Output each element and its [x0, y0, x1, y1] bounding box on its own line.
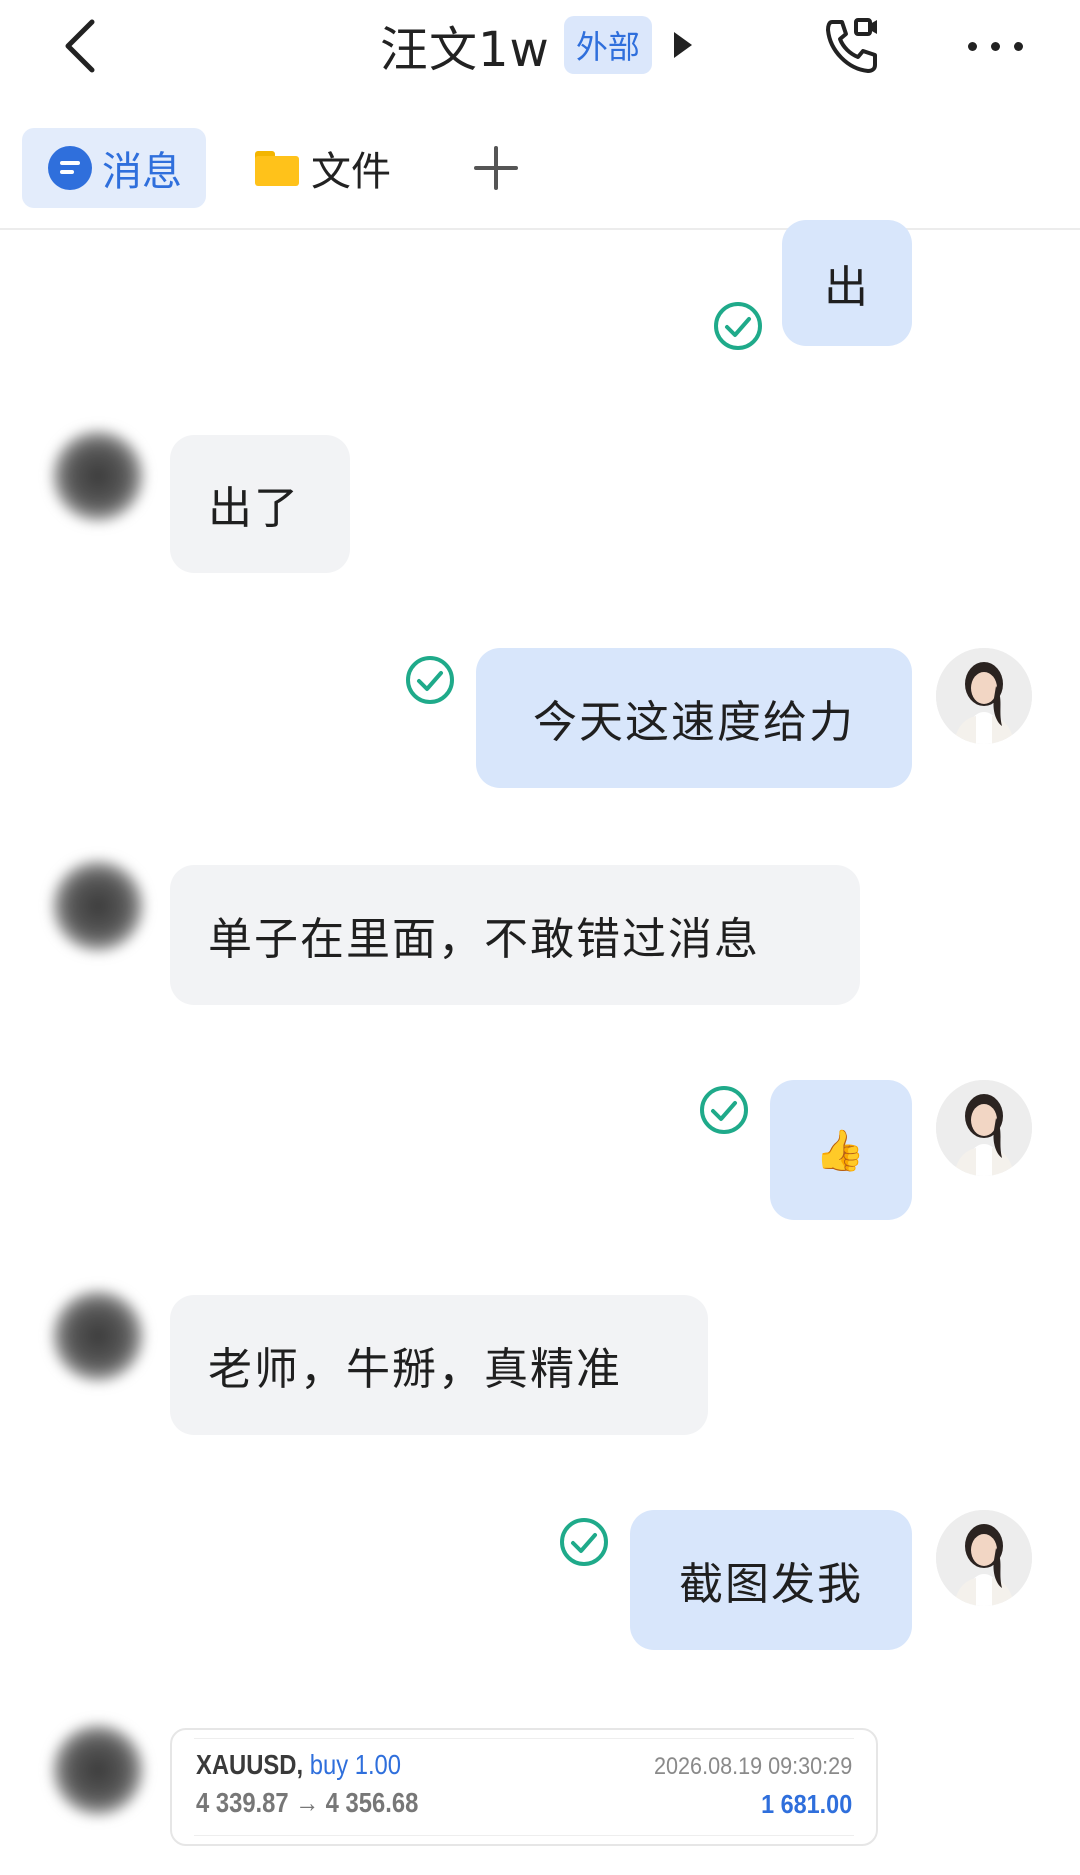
message-bubble[interactable]: 👍 [770, 1080, 912, 1220]
trade-symbol: XAUUSD, buy 1.00 [196, 1749, 401, 1781]
message-bubble[interactable]: 老师，牛掰，真精准 [170, 1295, 708, 1435]
read-check-icon [714, 302, 762, 350]
message-bubble[interactable]: 今天这速度给力 [476, 648, 912, 788]
more-dot-icon [967, 41, 977, 51]
tab-messages-label: 消息 [102, 149, 182, 195]
add-tab-button[interactable] [464, 136, 528, 200]
tab-messages[interactable]: 消息 [22, 128, 206, 208]
chat-tabs: 消息 文件 [0, 120, 1080, 230]
call-button[interactable] [812, 6, 892, 86]
trade-profit: 1 681.00 [760, 1789, 852, 1819]
contact-avatar[interactable] [52, 1724, 144, 1816]
message-bubble[interactable]: 截图发我 [630, 1510, 912, 1650]
more-dot-icon [1013, 41, 1023, 51]
contact-avatar[interactable] [52, 1290, 144, 1382]
read-check-icon [560, 1518, 608, 1566]
user-portrait-icon [936, 1080, 1032, 1176]
message-bubble[interactable]: 出了 [170, 435, 350, 573]
chevron-left-icon [65, 19, 95, 73]
play-icon [673, 32, 692, 58]
message-bubble[interactable]: 出 [782, 220, 912, 346]
message-text: 老师，牛掰，真精准 [208, 1344, 622, 1395]
back-button[interactable] [40, 6, 120, 86]
chat-title-area[interactable]: 汪文1w 外部 [380, 10, 692, 80]
self-avatar[interactable] [936, 1510, 1032, 1606]
trade-screenshot-card[interactable]: XAUUSD, buy 1.00 4 339.87 → 4 356.68 202… [170, 1728, 878, 1846]
read-check-icon [700, 1086, 748, 1134]
contact-avatar[interactable] [52, 860, 144, 952]
read-check-icon [406, 656, 454, 704]
message-text: 截图发我 [679, 1559, 863, 1610]
message-text: 出了 [208, 483, 300, 534]
message-text: 单子在里面，不敢错过消息 [208, 914, 760, 965]
trade-symbol-text: XAUUSD, [196, 1749, 304, 1780]
tab-files-label: 文件 [311, 149, 391, 195]
user-portrait-icon [936, 648, 1032, 744]
contact-avatar[interactable] [52, 430, 144, 522]
more-dot-icon [990, 41, 1000, 51]
chat-title: 汪文1w [380, 22, 550, 78]
message-bubble[interactable]: 单子在里面，不敢错过消息 [170, 865, 860, 1005]
phone-video-icon [826, 18, 877, 73]
user-portrait-icon [936, 1510, 1032, 1606]
folder-icon [255, 151, 299, 186]
message-text: 今天这速度给力 [533, 697, 855, 748]
self-avatar[interactable] [936, 1080, 1032, 1176]
message-icon [48, 146, 92, 190]
chat-header: 汪文1w 外部 [0, 0, 1080, 100]
more-options-button[interactable] [955, 6, 1035, 86]
self-avatar[interactable] [936, 648, 1032, 744]
message-text: 出 [824, 262, 870, 313]
tab-files[interactable]: 文件 [255, 128, 391, 208]
message-list[interactable]: 出 出了 今天这速度给力 单子在里面，不敢错过消息 👍 老师，牛掰，真精准 截图… [0, 220, 1080, 1875]
trade-side: buy 1.00 [309, 1749, 402, 1780]
trade-prices: 4 339.87 → 4 356.68 [196, 1787, 419, 1818]
plus-icon [474, 146, 518, 190]
trade-time: 2026.08.19 09:30:29 [653, 1753, 852, 1780]
external-badge: 外部 [563, 16, 652, 74]
message-text: 👍 [815, 1127, 867, 1174]
trade-card-body: XAUUSD, buy 1.00 4 339.87 → 4 356.68 202… [194, 1738, 854, 1836]
